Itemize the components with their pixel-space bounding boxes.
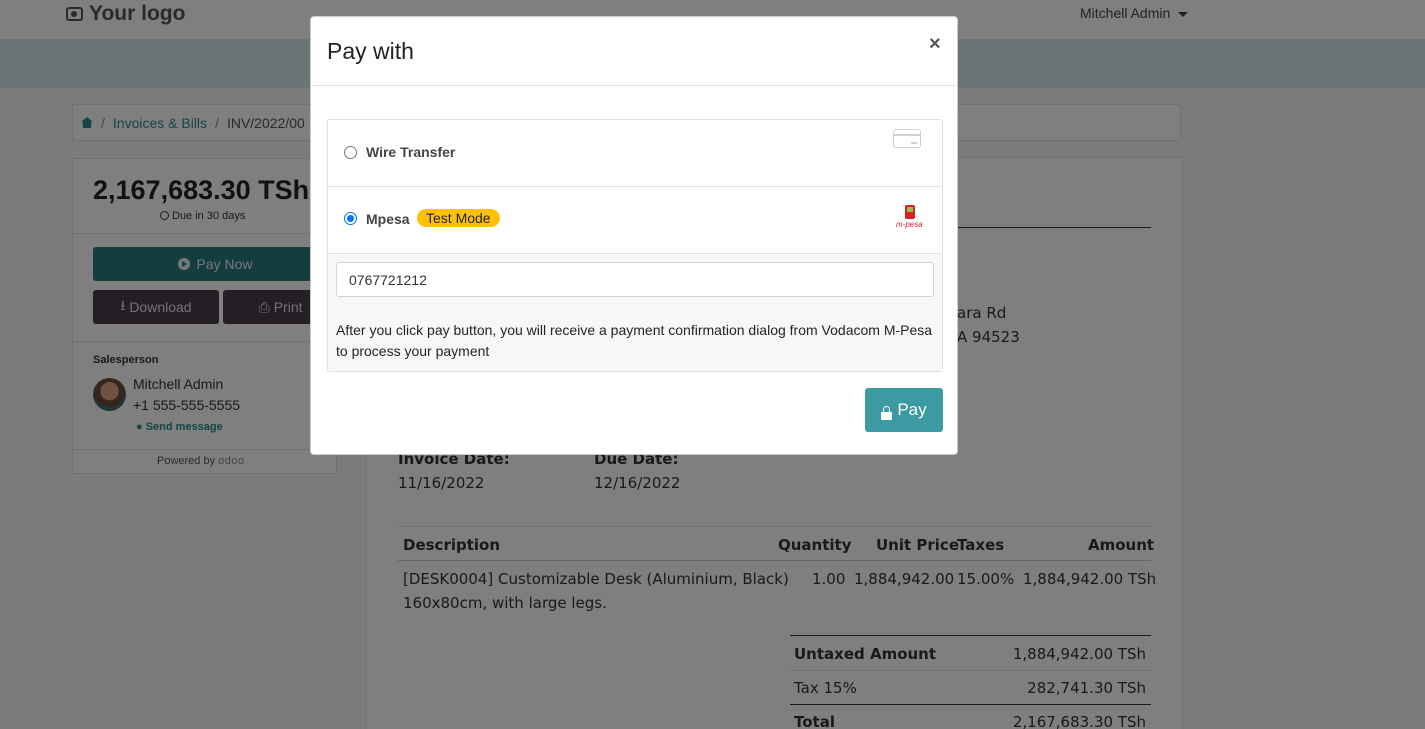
payment-method-mpesa[interactable]: Mpesa Test Mode m-pesa: [328, 187, 942, 254]
mpesa-details: After you click pay button, you will rec…: [328, 254, 942, 371]
pay-button-label: Pay: [897, 400, 927, 419]
modal-header: Pay with ×: [311, 17, 957, 86]
credit-card-icon: [893, 129, 921, 148]
payment-method-name: Wire Transfer: [366, 144, 456, 160]
mpesa-radio[interactable]: [344, 212, 357, 225]
pay-button[interactable]: Pay: [865, 388, 943, 432]
wire-transfer-radio[interactable]: [344, 146, 357, 159]
phone-number-input[interactable]: [336, 262, 934, 297]
payment-methods-list: Wire Transfer Mpesa Test Mode m-pesa Aft…: [327, 119, 943, 372]
phone-graphic: [905, 205, 915, 219]
test-mode-badge: Test Mode: [417, 209, 500, 227]
payment-note: After you click pay button, you will rec…: [336, 322, 933, 359]
modal-title: Pay with: [327, 38, 414, 64]
close-icon[interactable]: ×: [929, 33, 941, 56]
pay-with-modal: Pay with × Wire Transfer Mpesa Test Mode…: [310, 16, 958, 455]
lock-icon: [881, 405, 893, 420]
mpesa-logo-icon: m-pesa: [896, 205, 926, 231]
mpesa-logo-text: m-pesa: [896, 220, 923, 229]
payment-method-name: Mpesa: [366, 211, 410, 227]
payment-method-wire-transfer[interactable]: Wire Transfer: [328, 120, 942, 187]
